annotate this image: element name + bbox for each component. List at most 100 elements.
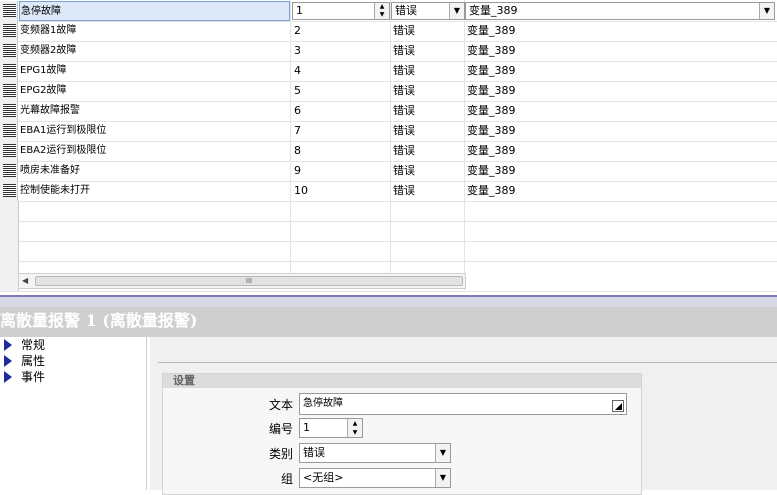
alarm-class-cell[interactable]: 错误 xyxy=(393,41,463,61)
class-dropdown-value: 错误 xyxy=(303,446,325,459)
trigger-tag-cell[interactable]: 变量_389 xyxy=(467,161,767,181)
alarm-number-cell[interactable]: 4 xyxy=(294,61,389,81)
alarm-class-dropdown[interactable]: 错误 ▼ xyxy=(391,2,465,20)
table-row[interactable]: EBA2运行到极限位 8 错误 变量_389 xyxy=(0,141,777,162)
number-label: 编号 xyxy=(268,422,293,436)
alarm-number-cell[interactable]: 6 xyxy=(294,101,389,121)
table-row[interactable]: EPG2故障 5 错误 变量_389 xyxy=(0,81,777,102)
alarm-grid: 急停故障 1 ▲ ▼ 错误 ▼ 变量_389 ▼ 变频器1故障 2 错误 变量_… xyxy=(0,0,777,300)
alarm-name-cell[interactable]: 光幕故障报警 xyxy=(20,101,290,121)
number-stepper[interactable]: 1 ▲ ▼ xyxy=(299,418,363,438)
alarm-name-cell[interactable]: 变频器1故障 xyxy=(20,21,290,41)
row-grip-icon xyxy=(3,144,16,157)
group-dropdown[interactable]: <无组> ▼ xyxy=(299,468,451,488)
alarm-class-cell[interactable]: 错误 xyxy=(393,161,463,181)
row-header xyxy=(0,261,19,291)
spin-up-icon[interactable]: ▲ xyxy=(347,419,362,428)
alarm-name-cell[interactable]: EPG1故障 xyxy=(20,61,290,81)
alarm-number-cell[interactable]: 2 xyxy=(294,21,389,41)
alarm-number-cell[interactable]: 7 xyxy=(294,121,389,141)
alarm-number-stepper[interactable]: 1 ▲ ▼ xyxy=(292,2,390,20)
trigger-tag-cell[interactable]: 变量_389 xyxy=(467,181,767,201)
empty-row[interactable] xyxy=(0,201,777,222)
chevron-down-icon[interactable]: ▼ xyxy=(759,3,774,19)
chevron-down-icon[interactable]: ▼ xyxy=(449,3,464,19)
alarm-number-cell[interactable]: 3 xyxy=(294,41,389,61)
nav-item-general[interactable]: 常规 xyxy=(0,337,146,353)
row-grip-icon xyxy=(3,44,16,57)
spin-down-icon[interactable]: ▼ xyxy=(374,11,389,19)
empty-row[interactable] xyxy=(0,221,777,242)
scroll-thumb[interactable]: III xyxy=(35,276,463,286)
nav-item-label: 属性 xyxy=(21,354,46,368)
table-row[interactable]: EBA1运行到极限位 7 错误 变量_389 xyxy=(0,121,777,142)
row-header[interactable] xyxy=(0,41,18,61)
chevron-down-icon[interactable]: ▼ xyxy=(435,469,450,487)
alarm-number-cell[interactable]: 9 xyxy=(294,161,389,181)
trigger-tag-cell[interactable]: 变量_389 xyxy=(467,81,767,101)
spin-down-icon[interactable]: ▼ xyxy=(347,428,362,437)
alarm-name-cell[interactable]: 喷房未准备好 xyxy=(20,161,290,181)
row-header[interactable] xyxy=(0,181,18,201)
trigger-tag-cell[interactable]: 变量_389 xyxy=(467,61,767,81)
nav-item-label: 事件 xyxy=(21,370,46,384)
row-header[interactable] xyxy=(0,81,18,101)
horizontal-scrollbar[interactable]: ◀ III xyxy=(18,273,466,289)
alarm-number-cell[interactable]: 8 xyxy=(294,141,389,161)
trigger-tag-cell[interactable]: 变量_389 xyxy=(467,101,767,121)
nav-item-label: 常规 xyxy=(21,338,46,352)
nav-item-properties[interactable]: 属性 xyxy=(0,353,146,369)
nav-arrow-icon xyxy=(4,339,12,351)
divider xyxy=(158,362,777,363)
row-grip-icon xyxy=(3,164,16,177)
properties-content: 设置 文本 急停故障 编号 1 ▲ ▼ 类别 错误 ▼ 组 <无组> ▼ xyxy=(150,337,777,495)
alarm-class-cell[interactable]: 错误 xyxy=(393,81,463,101)
text-editor-expand-icon[interactable] xyxy=(612,400,624,412)
chevron-down-icon[interactable]: ▼ xyxy=(435,444,450,462)
alarm-class-cell[interactable]: 错误 xyxy=(393,141,463,161)
table-row[interactable]: 变频器1故障 2 错误 变量_389 xyxy=(0,21,777,42)
alarm-class-cell[interactable]: 错误 xyxy=(393,101,463,121)
table-row[interactable]: 喷房未准备好 9 错误 变量_389 xyxy=(0,161,777,182)
class-dropdown[interactable]: 错误 ▼ xyxy=(299,443,451,463)
table-row[interactable]: EPG1故障 4 错误 变量_389 xyxy=(0,61,777,82)
alarm-name-cell[interactable]: EBA2运行到极限位 xyxy=(20,141,290,161)
trigger-tag-cell[interactable]: 变量_389 xyxy=(467,121,767,141)
trigger-tag-dropdown[interactable]: 变量_389 ▼ xyxy=(465,2,775,20)
alarm-number-cell[interactable]: 10 xyxy=(294,181,389,201)
spin-up-icon[interactable]: ▲ xyxy=(374,3,389,11)
trigger-tag-value: 变量_389 xyxy=(469,4,518,17)
trigger-tag-cell[interactable]: 变量_389 xyxy=(467,21,767,41)
table-row[interactable]: 急停故障 1 ▲ ▼ 错误 ▼ 变量_389 ▼ xyxy=(0,1,777,22)
number-stepper-value: 1 xyxy=(303,421,310,434)
alarm-number-cell[interactable]: 5 xyxy=(294,81,389,101)
alarm-name-cell[interactable]: 急停故障 xyxy=(19,1,290,21)
empty-row[interactable] xyxy=(0,241,777,262)
panel-splitter[interactable] xyxy=(0,295,777,307)
row-header[interactable] xyxy=(0,21,18,41)
alarm-name-cell[interactable]: EBA1运行到极限位 xyxy=(20,121,290,141)
alarm-name-cell[interactable]: EPG2故障 xyxy=(20,81,290,101)
row-header[interactable] xyxy=(0,121,18,141)
nav-item-events[interactable]: 事件 xyxy=(0,369,146,385)
nav-arrow-icon xyxy=(4,371,12,383)
trigger-tag-cell[interactable]: 变量_389 xyxy=(467,141,767,161)
row-header[interactable] xyxy=(0,1,18,21)
table-row[interactable]: 光幕故障报警 6 错误 变量_389 xyxy=(0,101,777,122)
row-header[interactable] xyxy=(0,61,18,81)
scroll-left-icon[interactable]: ◀ xyxy=(22,274,28,288)
trigger-tag-cell[interactable]: 变量_389 xyxy=(467,41,767,61)
alarm-class-cell[interactable]: 错误 xyxy=(393,121,463,141)
row-header[interactable] xyxy=(0,141,18,161)
row-header[interactable] xyxy=(0,161,18,181)
alarm-class-cell[interactable]: 错误 xyxy=(393,21,463,41)
alarm-class-cell[interactable]: 错误 xyxy=(393,61,463,81)
row-header[interactable] xyxy=(0,101,18,121)
table-row[interactable]: 变频器2故障 3 错误 变量_389 xyxy=(0,41,777,62)
row-header xyxy=(0,201,19,221)
table-row[interactable]: 控制使能未打开 10 错误 变量_389 xyxy=(0,181,777,202)
text-field[interactable]: 急停故障 xyxy=(299,393,627,415)
alarm-name-cell[interactable]: 变频器2故障 xyxy=(20,41,290,61)
alarm-class-cell[interactable]: 错误 xyxy=(393,181,463,201)
alarm-name-cell[interactable]: 控制使能未打开 xyxy=(20,181,290,201)
